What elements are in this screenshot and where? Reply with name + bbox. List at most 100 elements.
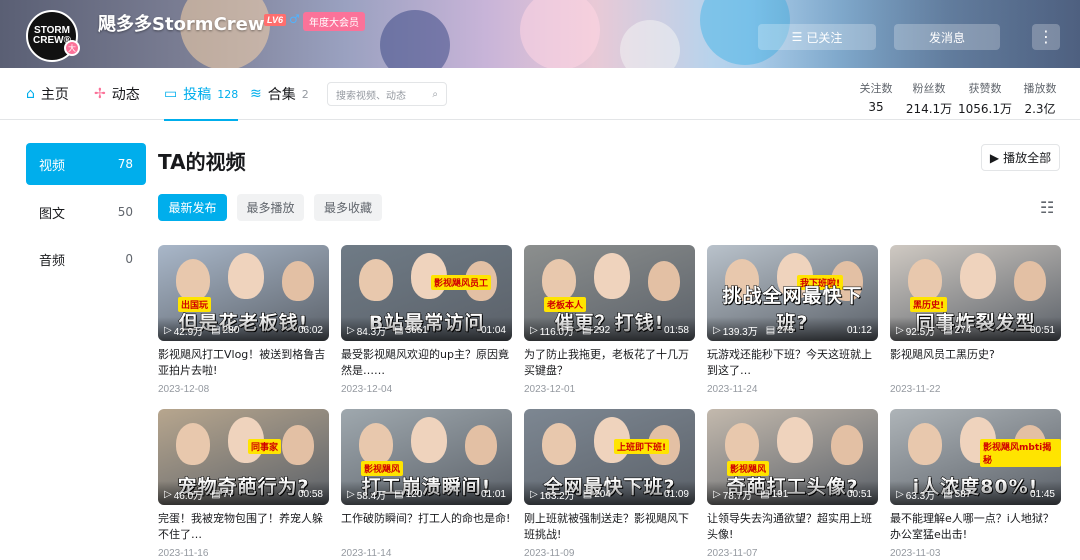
- danmaku-count: ▤ 77: [211, 489, 234, 500]
- danmaku-icon: ▤: [760, 489, 770, 500]
- video-card[interactable]: 影视飓风打工崩溃瞬间!▷58.4万▤12001:01 工作破防瞬间？打工人的命也是…: [341, 409, 512, 559]
- thumbnail-tag: 影视飓风员工: [431, 275, 492, 290]
- video-stats: ▷ 139.3万 ▤ 275 01:12: [713, 323, 872, 338]
- video-card[interactable]: 同事家宠物奇葩行为?▷46.0万▤7700:58完蛋！我被宠物包围了！养宠人躲不…: [158, 409, 329, 559]
- play-count-value: 139.3万: [722, 327, 758, 338]
- sidebar-item-count: 0: [125, 252, 133, 266]
- danmaku-icon: ▤: [211, 489, 221, 500]
- video-title[interactable]: 让领导失去沟通欲望？超实用上班头像!: [707, 511, 878, 543]
- danmaku-count-value: 204: [594, 489, 611, 500]
- video-thumbnail[interactable]: 上班即下班!全网最快下班?▷163.2万▤20401:09: [524, 409, 695, 505]
- video-title[interactable]: 完蛋！我被宠物包围了！养宠人躲不住了…: [158, 511, 329, 543]
- sidebar-item-count: 50: [117, 205, 133, 219]
- search-input[interactable]: 搜索视频、动态 ⌕: [327, 82, 447, 106]
- danmaku-count: ▤ 3661: [394, 325, 428, 336]
- stat-followers[interactable]: 粉丝数 214.1万: [904, 80, 954, 117]
- tab-label: 动态: [111, 87, 140, 103]
- video-stats: ▷ 58.4万 ▤ 120 01:01: [347, 487, 506, 502]
- tab-uploads[interactable]: ▭ 投稿 128: [164, 68, 239, 121]
- pinwheel-icon: ✢: [94, 86, 106, 102]
- search-icon[interactable]: ⌕: [432, 89, 438, 100]
- tab-label: 合集: [267, 87, 296, 103]
- thumbnail-tag: 同事家: [248, 439, 282, 454]
- username: 飓多多StormCrew: [98, 14, 265, 35]
- video-duration: 06:02: [297, 325, 323, 336]
- video-thumbnail[interactable]: 我下班啦!挑战全网最快下班?▷139.3万▤27501:12: [707, 245, 878, 341]
- video-title[interactable]: 最不能理解e人哪一点？i人地狱？办公室猛e出击!: [890, 511, 1061, 543]
- video-duration: 01:09: [663, 489, 689, 500]
- sidebar-item-articles[interactable]: 图文 50: [26, 191, 146, 233]
- video-duration: 00:51: [1029, 325, 1055, 336]
- tab-collections[interactable]: ≋ 合集 2: [250, 68, 309, 120]
- filter-latest[interactable]: 最新发布: [158, 194, 227, 221]
- video-thumbnail[interactable]: 影视飓风员工B站最常访问▷84.3万▤366101:04: [341, 245, 512, 341]
- more-options-button[interactable]: ⋮: [1032, 24, 1060, 50]
- danmaku-icon: ▤: [582, 489, 593, 500]
- send-message-button[interactable]: 发消息: [894, 24, 1000, 50]
- danmaku-count-value: 587: [954, 489, 972, 500]
- video-thumbnail[interactable]: 老板本人催更？打钱!▷116.0万▤29201:58: [524, 245, 695, 341]
- followed-button[interactable]: ☰ 已关注: [758, 24, 876, 50]
- video-title[interactable]: 最受影视飓风欢迎的up主？原因竟然是……: [341, 347, 512, 379]
- video-card[interactable]: 影视飓风mbti揭秘i人浓度80%!▷63.3万▤58701:45 最不能理解e人…: [890, 409, 1061, 559]
- tab-dynamic[interactable]: ✢ 动态: [94, 68, 140, 120]
- video-date: 2023-11-14: [341, 548, 392, 559]
- thumbnail-person: [176, 423, 210, 465]
- play-icon: ▷: [347, 489, 355, 500]
- video-title[interactable]: 玩游戏还能秒下班？今天这班就上到这了…: [707, 347, 878, 379]
- banner-decoration: [620, 20, 680, 68]
- sidebar-item-label: 视频: [39, 158, 66, 174]
- video-thumbnail[interactable]: 黑历史!同事炸裂发型▷92.5万▤27400:51: [890, 245, 1061, 341]
- thumbnail-person: [542, 259, 576, 301]
- stat-label: 粉丝数: [912, 82, 946, 95]
- vip-badge: 年度大会员: [303, 12, 365, 31]
- filter-most-favorited[interactable]: 最多收藏: [314, 194, 382, 221]
- thumbnail-person: [465, 425, 497, 465]
- play-count-value: 84.3万: [356, 327, 387, 338]
- video-thumbnail[interactable]: 影视飓风mbti揭秘i人浓度80%!▷63.3万▤58701:45: [890, 409, 1061, 505]
- play-count-value: 63.3万: [905, 491, 936, 502]
- video-card[interactable]: 出国玩但是花老板钱!▷42.9万▤28006:02 影视飓风打工Vlog！被送到格…: [158, 245, 329, 395]
- video-stats: ▷ 92.5万 ▤ 274 00:51: [896, 323, 1055, 338]
- play-count-value: 78.7万: [722, 491, 753, 502]
- danmaku-icon: ▤: [394, 489, 404, 500]
- thumbnail-person: [1014, 261, 1046, 301]
- stat-following[interactable]: 关注数 35: [856, 80, 896, 114]
- stat-views: 播放数 2.3亿: [1020, 80, 1060, 117]
- list-layout-icon[interactable]: ☷: [1040, 198, 1054, 217]
- video-title[interactable]: 为了防止我拖更，老板花了十几万买键盘？: [524, 347, 695, 379]
- video-stats: ▷ 116.0万 ▤ 292 01:58: [530, 323, 689, 338]
- video-thumbnail[interactable]: 影视飓风奇葩打工头像?▷78.7万▤19100:51: [707, 409, 878, 505]
- video-card[interactable]: 影视飓风奇葩打工头像?▷78.7万▤19100:51让领导失去沟通欲望？超实用上…: [707, 409, 878, 559]
- danmaku-count: ▤ 292: [582, 325, 610, 336]
- video-card[interactable]: 影视飓风员工B站最常访问▷84.3万▤366101:04最受影视飓风欢迎的up主…: [341, 245, 512, 395]
- video-title[interactable]: 影视飓风员工黑历史?: [890, 347, 1061, 379]
- video-card[interactable]: 黑历史!同事炸裂发型▷92.5万▤27400:51影视飓风员工黑历史?2023-…: [890, 245, 1061, 395]
- danmaku-count-value: 274: [954, 325, 972, 336]
- play-count: ▷ 116.0万: [530, 323, 574, 338]
- video-card[interactable]: 我下班啦!挑战全网最快下班?▷139.3万▤27501:12 玩游戏还能秒下班？今…: [707, 245, 878, 395]
- play-count-value: 116.0万: [539, 327, 574, 338]
- video-thumbnail[interactable]: 同事家宠物奇葩行为?▷46.0万▤7700:58: [158, 409, 329, 505]
- video-thumbnail[interactable]: 影视飓风打工崩溃瞬间!▷58.4万▤12001:01: [341, 409, 512, 505]
- filter-most-played[interactable]: 最多播放: [237, 194, 304, 221]
- stat-label: 获赞数: [968, 82, 1002, 95]
- video-card[interactable]: 上班即下班!全网最快下班?▷163.2万▤20401:09刚上班就被强制送走？影…: [524, 409, 695, 559]
- danmaku-count-value: 292: [593, 325, 611, 336]
- play-icon: ▷: [530, 325, 538, 336]
- video-stats: ▷ 46.0万 ▤ 77 00:58: [164, 487, 323, 502]
- tab-home[interactable]: ⌂ 主页: [26, 68, 69, 120]
- video-title[interactable]: 工作破防瞬间？打工人的命也是命!: [341, 511, 512, 543]
- sidebar-item-video[interactable]: 视频 78: [26, 143, 146, 185]
- video-title[interactable]: 刚上班就被强制送走？影视飓风下班挑战!: [524, 511, 695, 543]
- play-all-button[interactable]: ▶ 播放全部: [981, 144, 1060, 171]
- video-card[interactable]: 老板本人催更？打钱!▷116.0万▤29201:58为了防止我拖更，老板花了十几…: [524, 245, 695, 395]
- video-title[interactable]: 影视飓风打工Vlog！被送到格鲁吉亚拍片去啦!: [158, 347, 329, 379]
- home-icon: ⌂: [26, 86, 35, 102]
- video-thumbnail[interactable]: 出国玩但是花老板钱!▷42.9万▤28006:02: [158, 245, 329, 341]
- video-stats: ▷ 78.7万 ▤ 191 00:51: [713, 487, 872, 502]
- video-duration: 00:58: [297, 489, 323, 500]
- play-count-value: 42.9万: [173, 327, 204, 338]
- sidebar-item-audio[interactable]: 音频 0: [26, 238, 146, 280]
- stat-value: 214.1万: [905, 102, 953, 116]
